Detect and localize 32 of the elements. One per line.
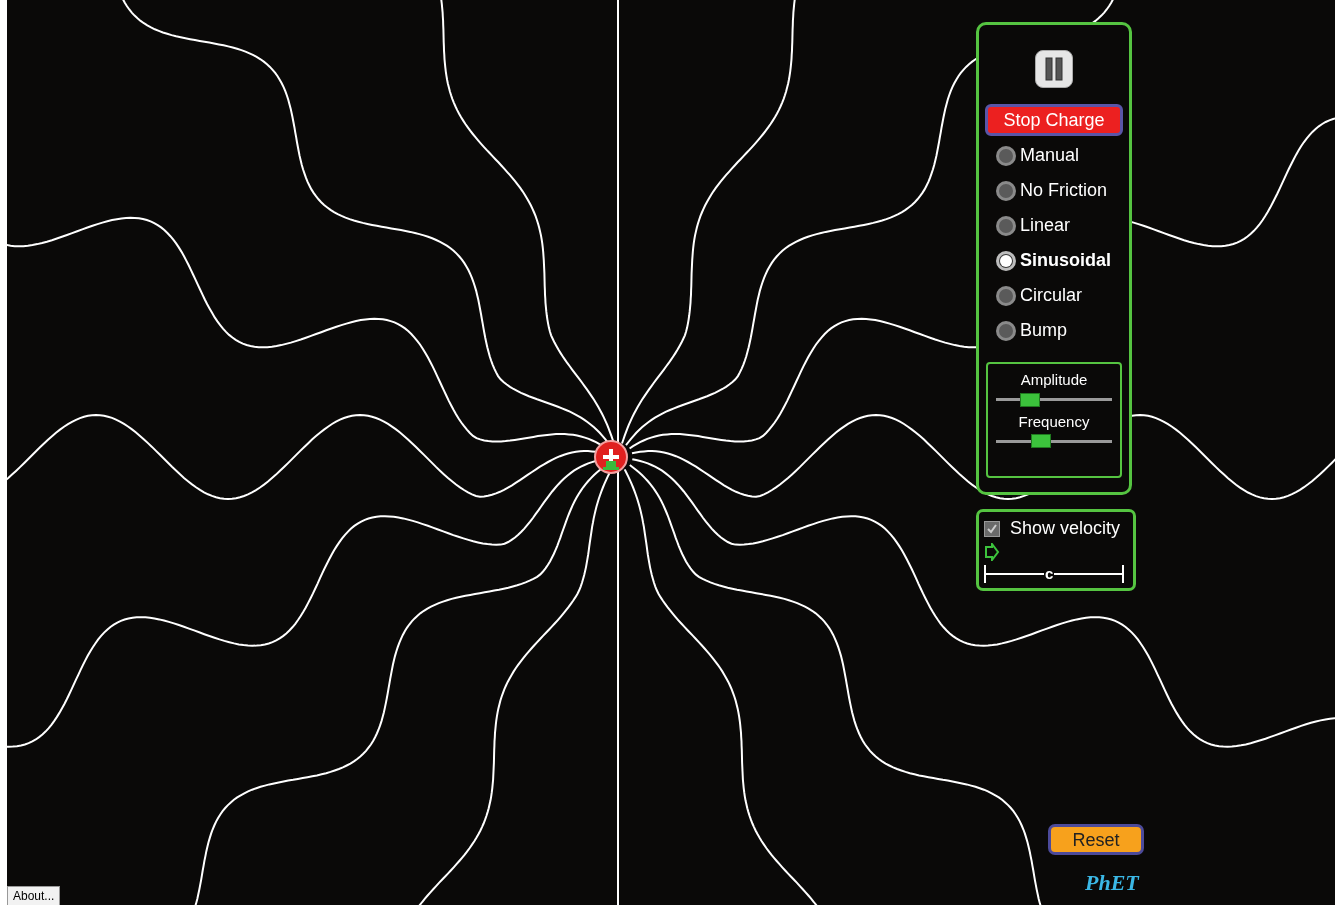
radio-label[interactable]: Manual xyxy=(1020,142,1080,169)
pause-button[interactable] xyxy=(1035,50,1073,88)
pause-icon xyxy=(1045,57,1063,81)
charge-drawing[interactable] xyxy=(594,440,628,474)
reset-button[interactable]: Reset xyxy=(1048,824,1144,855)
radio-button[interactable] xyxy=(996,180,1016,201)
radio-button[interactable] xyxy=(996,250,1016,271)
stop-charge-button[interactable]: Stop Charge xyxy=(985,104,1123,136)
slider-label: Frequency xyxy=(1018,411,1090,432)
radio-label[interactable]: Bump xyxy=(1020,317,1068,344)
slider-track[interactable] xyxy=(996,434,1112,448)
checkmark-icon xyxy=(986,522,998,535)
slider-thumb[interactable] xyxy=(1031,434,1052,448)
scale-bar-right xyxy=(1054,565,1125,584)
radio-button[interactable] xyxy=(996,215,1016,236)
phet-logo[interactable]: PhET xyxy=(1085,866,1139,899)
radio-label[interactable]: Circular xyxy=(1020,282,1082,309)
radio-button[interactable] xyxy=(996,145,1016,166)
radio-label[interactable]: Sinusoidal xyxy=(1020,247,1111,274)
slider-label: Amplitude xyxy=(1020,370,1088,390)
speed-of-light-label: c xyxy=(1044,564,1055,584)
velocity-arrow-icon xyxy=(984,543,1000,561)
radio-button[interactable] xyxy=(996,285,1016,306)
radio-button[interactable] xyxy=(996,320,1016,341)
radio-label[interactable]: Linear xyxy=(1020,212,1071,239)
radio-label[interactable]: No Friction xyxy=(1020,177,1108,204)
slider-thumb[interactable] xyxy=(1019,392,1040,407)
slider-track[interactable] xyxy=(996,392,1112,407)
checkbox-label[interactable]: Show velocity xyxy=(1010,515,1121,542)
about-button[interactable]: About... xyxy=(7,886,61,905)
scale-bar-left xyxy=(984,565,1044,584)
checkbox[interactable] xyxy=(984,520,1000,537)
